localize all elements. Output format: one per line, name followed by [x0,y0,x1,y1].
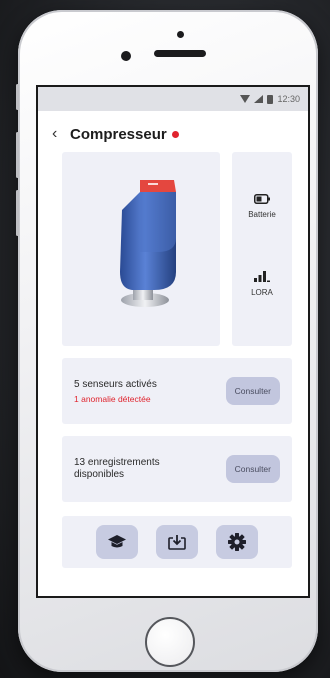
device-image-card [62,152,220,346]
download-button[interactable] [156,525,198,559]
records-card: 13 enregistrements disponibles Consulter [62,436,292,502]
battery-label: Batterie [248,210,276,219]
earpiece-speaker [154,50,206,57]
proximity-sensor [177,31,184,38]
records-consult-button[interactable]: Consulter [225,455,280,483]
graduation-cap-icon [108,535,126,548]
home-button[interactable] [145,617,195,667]
training-button[interactable] [96,525,138,559]
device-stats-card: Batterie LORA [232,152,292,346]
signal-bars-icon [254,271,270,282]
sensors-count-text: 5 senseurs activés [74,378,157,390]
signal-stat: LORA [232,270,292,297]
sensors-info: 5 senseurs activés 1 anomalie détectée [74,379,157,404]
download-icon [168,535,186,550]
signal-label: LORA [251,288,273,297]
settings-button[interactable] [216,525,258,559]
front-camera [121,51,131,61]
anomaly-alert-text: 1 anomalie détectée [74,393,151,404]
sensors-card: 5 senseurs activés 1 anomalie détectée C… [62,358,292,424]
volume-up-button [16,132,19,178]
sensors-consult-button[interactable]: Consulter [225,377,280,405]
volume-down-button [16,190,19,236]
battery-stat: Batterie [232,194,292,219]
battery-icon [254,194,270,204]
mute-switch [16,84,19,110]
records-count-text: 13 enregistrements disponibles [74,457,160,480]
gear-icon [228,533,246,551]
pressure-sensor-device-image [120,180,176,307]
bottom-toolbar [62,516,292,568]
